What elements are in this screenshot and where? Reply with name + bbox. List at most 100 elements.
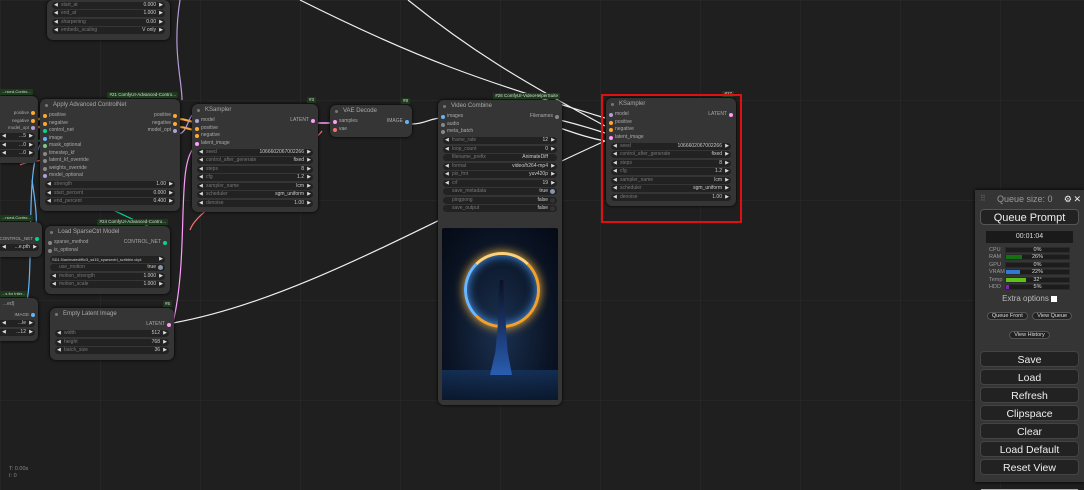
output-slot[interactable]: CONTROL_NET — [124, 239, 170, 247]
widget-save-metadata[interactable]: save_metadata true — [443, 188, 557, 195]
slot-dot-icon[interactable] — [43, 144, 47, 148]
arrow-left-icon[interactable]: ◀ — [445, 137, 449, 144]
arrow-right-icon[interactable]: ▶ — [307, 149, 311, 156]
widget-use-motion[interactable]: use_motion true — [50, 264, 165, 271]
widget-value[interactable]: ◀ ...5 ▶ — [0, 133, 35, 140]
slot-dot-icon[interactable] — [43, 114, 47, 118]
widget-embeds-scaling[interactable]: ◀ embeds_scaling V only ▶ — [52, 27, 165, 34]
slot-dot-icon[interactable] — [43, 174, 47, 178]
queue-front-button[interactable]: Queue Front — [986, 312, 1028, 320]
arrow-left-icon[interactable]: ◀ — [445, 171, 449, 178]
output-slot[interactable]: LATENT — [146, 321, 174, 329]
widget-scheduler[interactable]: ◀ scheduler sgm_uniform ▶ — [197, 191, 313, 198]
widget-denoise[interactable]: ◀ denoise 1.00 ▶ — [197, 199, 313, 207]
slot-dot-icon[interactable] — [43, 136, 47, 141]
arrow-right-icon[interactable]: ▶ — [551, 146, 555, 153]
output-slot[interactable]: ...CONTROL_NET — [0, 235, 42, 243]
arrow-right-icon[interactable]: ▶ — [551, 137, 555, 144]
node-title[interactable] — [0, 222, 42, 235]
slot-dot-icon[interactable] — [43, 151, 47, 156]
input-slot[interactable]: is_optional — [45, 247, 170, 255]
node-empty[interactable]: #5 Empty Latent Image LATENT ◀ width 512 ▶ ◀ hei… — [50, 301, 174, 360]
toggle-icon[interactable] — [550, 197, 555, 203]
slot-dot-icon[interactable] — [31, 313, 35, 317]
queue-prompt-button[interactable]: Queue Prompt — [980, 209, 1079, 225]
arrow-right-icon[interactable]: ▶ — [33, 244, 37, 251]
arrow-right-icon[interactable]: ▶ — [159, 281, 163, 288]
widget-seed[interactable]: ◀ seed 1066602067002266 ▶ — [197, 148, 313, 156]
toggle-icon[interactable] — [550, 189, 555, 194]
widget-frame-rate[interactable]: ◀ frame_rate 12 ▶ — [443, 137, 557, 144]
widget-sampler-name[interactable]: ◀ sampler_name lcm ▶ — [197, 182, 313, 190]
widget-crf[interactable]: ◀ crf 19 ▶ — [443, 179, 557, 187]
arrow-right-icon[interactable]: ▶ — [159, 19, 163, 26]
widget-motion-scale[interactable]: ◀ motion_scale 1.000 ▶ — [50, 281, 165, 288]
slot-dot-icon[interactable] — [173, 114, 177, 118]
input-slot[interactable]: image — [40, 135, 180, 143]
widget-value[interactable]: ◀ ...12 ▶ — [0, 328, 35, 336]
slot-dot-icon[interactable] — [31, 111, 35, 115]
arrow-left-icon[interactable]: ◀ — [2, 329, 6, 336]
input-slot[interactable]: mask_optional — [40, 142, 180, 150]
load-default-button[interactable]: Load Default — [980, 441, 1079, 457]
arrow-left-icon[interactable]: ◀ — [2, 142, 6, 149]
widget-format[interactable]: ◀ format video/h264-mp4 ▶ — [443, 162, 557, 170]
node-leftcn[interactable]: ...nced-Contro... positive negative model_o… — [0, 89, 38, 163]
widget-start-percent[interactable]: ◀ start_percent 0.000 ▶ — [45, 189, 175, 197]
slot-dot-icon[interactable] — [173, 121, 177, 126]
arrow-right-icon[interactable]: ▶ — [307, 191, 311, 198]
arrow-left-icon[interactable]: ◀ — [445, 146, 449, 153]
widget-value[interactable]: ◀ ...0 ▶ — [0, 150, 35, 157]
arrow-left-icon[interactable]: ◀ — [199, 174, 203, 181]
arrow-right-icon[interactable]: ▶ — [307, 157, 311, 164]
node-title[interactable]: ...ed) — [0, 298, 38, 311]
slot-dot-icon[interactable] — [195, 141, 199, 146]
arrow-left-icon[interactable]: ◀ — [445, 163, 449, 170]
input-slot[interactable]: negative — [192, 132, 318, 140]
output-slot[interactable]: LATENT — [290, 117, 318, 125]
arrow-right-icon[interactable]: ▶ — [163, 339, 167, 346]
arrow-right-icon[interactable]: ▶ — [159, 10, 163, 17]
widget-strength[interactable]: ◀ strength 1.00 ▶ — [45, 181, 175, 188]
arrow-right-icon[interactable]: ▶ — [159, 27, 163, 34]
clipspace-button[interactable]: Clipspace — [980, 405, 1079, 421]
clear-button[interactable]: Clear — [980, 423, 1079, 439]
load-button[interactable]: Load — [980, 369, 1079, 385]
node-title[interactable] — [0, 96, 38, 109]
arrow-left-icon[interactable]: ◀ — [47, 181, 51, 188]
node-title[interactable]: KSampler — [192, 104, 318, 117]
gear-icon[interactable]: ⚙ — [1064, 190, 1072, 208]
arrow-right-icon[interactable]: ▶ — [169, 181, 173, 188]
widget-save-output[interactable]: save_output false — [443, 205, 557, 212]
output-slot[interactable]: positive — [8, 109, 38, 117]
output-slot[interactable]: IMAGE — [14, 311, 38, 319]
slot-dot-icon[interactable] — [173, 129, 177, 133]
drag-handle-icon[interactable]: ⠿ — [980, 190, 986, 208]
node-title[interactable]: Empty Latent Image — [50, 308, 174, 321]
input-slot[interactable]: vae — [330, 126, 412, 134]
widget-value[interactable]: ◀ ...le ▶ — [0, 320, 35, 327]
slot-dot-icon[interactable] — [48, 248, 52, 253]
widget-start-at[interactable]: ◀ start_at 0.000 ▶ — [52, 1, 165, 9]
slot-dot-icon[interactable] — [195, 134, 199, 138]
arrow-left-icon[interactable]: ◀ — [2, 244, 6, 251]
reset-view-button[interactable]: Reset View — [980, 459, 1079, 475]
widget-loop-count[interactable]: ◀ loop_count 0 ▶ — [443, 145, 557, 153]
save-button[interactable]: Save — [980, 351, 1079, 367]
output-slot[interactable]: IMAGE — [387, 118, 412, 126]
arrow-left-icon[interactable]: ◀ — [199, 200, 203, 207]
input-slot[interactable]: meta_batch — [438, 128, 562, 136]
extra-options-checkbox[interactable] — [1050, 295, 1057, 302]
output-slot[interactable]: model_opt — [8, 124, 38, 132]
arrow-left-icon[interactable]: ◀ — [199, 166, 203, 173]
widget-end-at[interactable]: ◀ end_at 1.000 ▶ — [52, 10, 165, 17]
slot-dot-icon[interactable] — [555, 115, 559, 119]
toggle-icon[interactable] — [550, 206, 555, 211]
node-title[interactable]: Video Combine — [438, 100, 562, 113]
arrow-left-icon[interactable]: ◀ — [199, 191, 203, 198]
widget-pix-fmt[interactable]: ◀ pix_fmt yuv420p ▶ — [443, 171, 557, 178]
arrow-left-icon[interactable]: ◀ — [199, 149, 203, 156]
output-slot[interactable]: negative — [148, 120, 180, 128]
arrow-left-icon[interactable]: ◀ — [2, 320, 6, 327]
slot-dot-icon[interactable] — [43, 166, 47, 171]
